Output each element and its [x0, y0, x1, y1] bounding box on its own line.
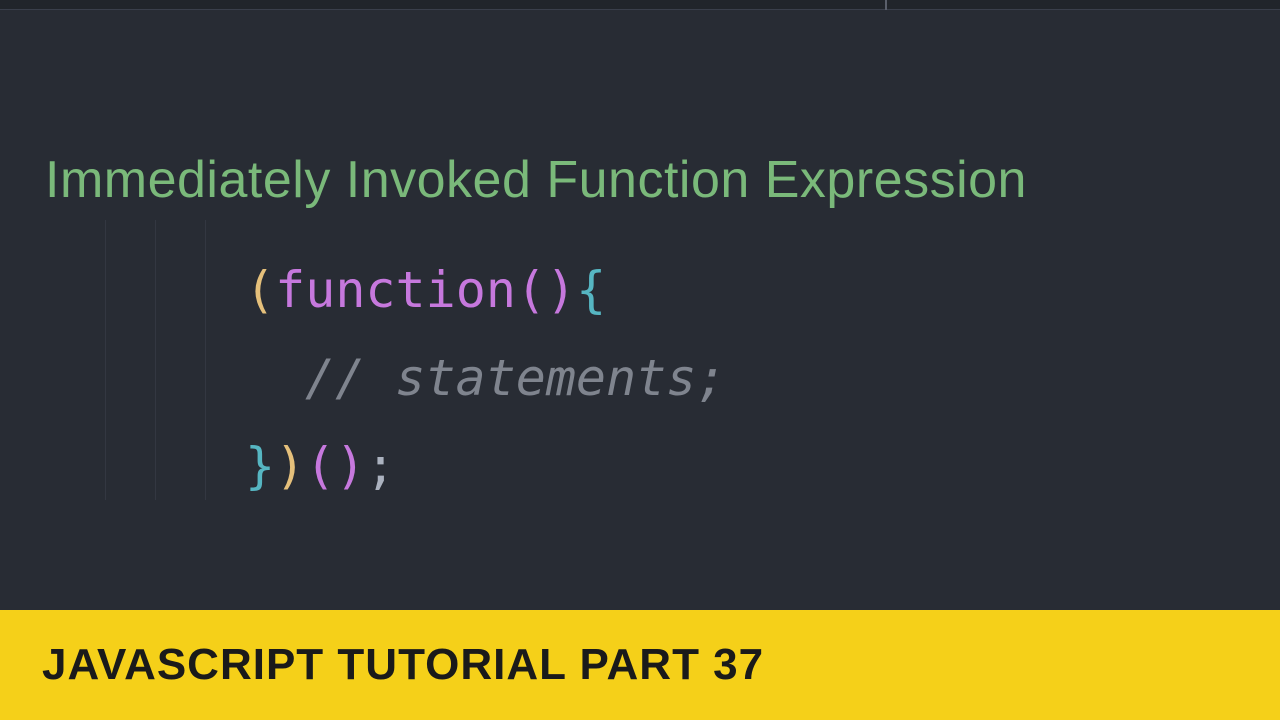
function-keyword: function: [275, 261, 516, 319]
invoke-paren-close: ): [335, 437, 365, 495]
content-area: Immediately Invoked Function Expression …: [0, 10, 1280, 506]
code-line-1: (function(){: [245, 250, 1235, 330]
semicolon: ;: [365, 437, 395, 495]
brace-close: }: [245, 437, 275, 495]
slide-title: Immediately Invoked Function Expression: [45, 150, 1235, 210]
code-block: (function(){ // statements; })();: [45, 250, 1235, 506]
bottom-banner: JAVASCRIPT TUTORIAL PART 37: [0, 610, 1280, 720]
function-parens: (): [516, 261, 576, 319]
invoke-paren-open: (: [305, 437, 335, 495]
editor-top-bar: [0, 0, 1280, 10]
brace-open: {: [576, 261, 606, 319]
top-divider: [885, 0, 887, 10]
code-line-3: })();: [245, 426, 1235, 506]
indent-guide: [155, 220, 156, 500]
code-comment: // statements;: [245, 338, 1235, 418]
indent-guide: [205, 220, 206, 500]
paren-close: ): [275, 437, 305, 495]
paren-open: (: [245, 261, 275, 319]
banner-text: JAVASCRIPT TUTORIAL PART 37: [42, 640, 764, 690]
indent-guide: [105, 220, 106, 500]
